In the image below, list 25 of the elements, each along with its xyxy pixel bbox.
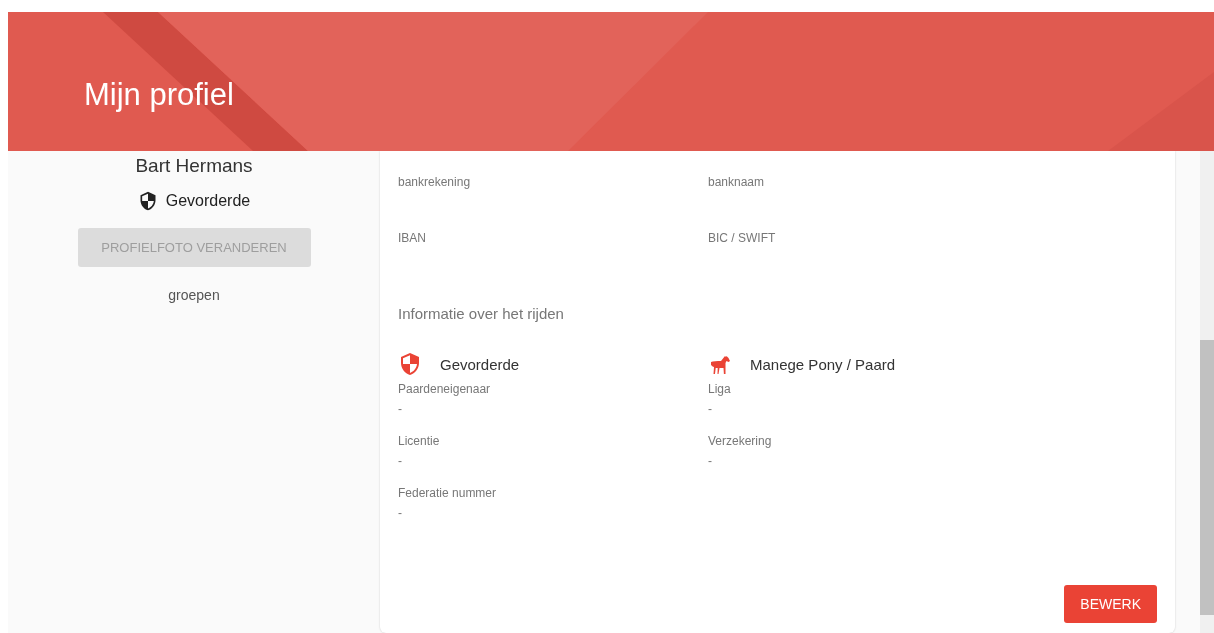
- scrollbar[interactable]: [1200, 151, 1214, 633]
- field-label: banknaam: [708, 175, 766, 189]
- field-label: IBAN: [398, 231, 427, 245]
- field-label: Licentie: [398, 434, 441, 448]
- edit-button[interactable]: BEWERK: [1064, 585, 1157, 623]
- field-label: Paardeneigenaar: [398, 382, 492, 396]
- field-value: -: [398, 506, 403, 520]
- field-label: Verzekering: [708, 434, 773, 448]
- field-value: -: [708, 402, 713, 416]
- user-name: Bart Hermans: [135, 155, 253, 177]
- section-heading: Informatie over het rijden: [398, 305, 565, 322]
- field-value: -: [398, 454, 403, 468]
- badge-label: Gevorderde: [440, 355, 520, 373]
- field-label: BIC / SWIFT: [708, 231, 777, 245]
- shield-icon: [398, 352, 422, 376]
- field-label: Federatie nummer: [398, 486, 498, 500]
- field-value: -: [398, 402, 403, 416]
- scrollbar-thumb[interactable]: [1200, 340, 1214, 615]
- badge-label: Manege Pony / Paard: [750, 355, 896, 373]
- level-label: Gevorderde: [165, 192, 251, 210]
- field-value: -: [708, 454, 713, 468]
- page-title: Mijn profiel: [84, 76, 234, 114]
- field-label: Liga: [708, 382, 732, 396]
- groups-label: groepen: [168, 287, 220, 303]
- field-label: bankrekening: [398, 175, 472, 189]
